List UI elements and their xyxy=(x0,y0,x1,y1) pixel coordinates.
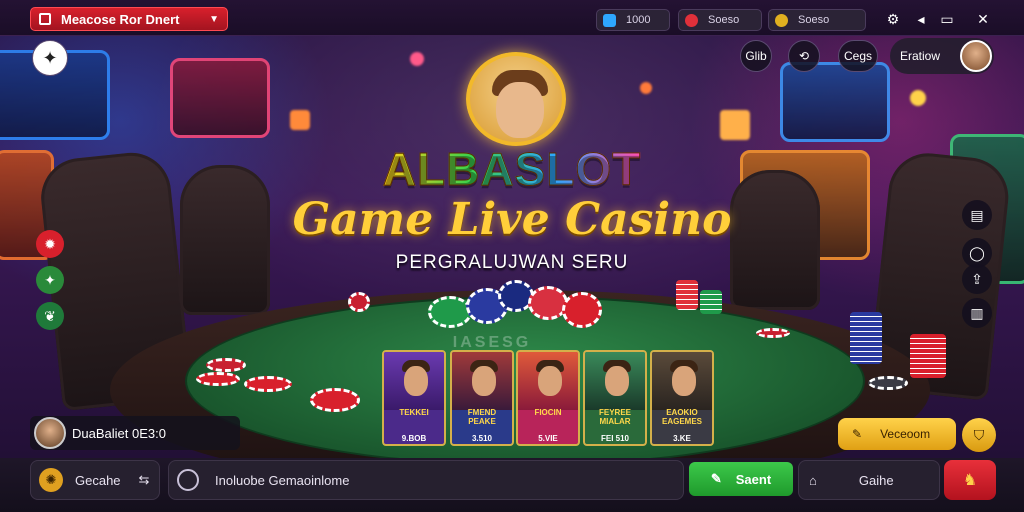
host-avatar xyxy=(466,52,566,146)
chip-icon[interactable] xyxy=(562,292,602,328)
card-portrait xyxy=(518,352,578,410)
lobby-label: Gaihe xyxy=(858,472,894,488)
game-tagline: PERGRALUJWAN SERU xyxy=(395,252,629,273)
gem-icon xyxy=(603,13,616,27)
ceiling-light xyxy=(410,52,424,66)
pencil-icon: ✎ xyxy=(710,471,722,486)
avatar xyxy=(960,40,992,72)
chat-placeholder: Inoluobe Gemaoinlome xyxy=(215,472,350,488)
settings-icon[interactable]: ⚙ xyxy=(882,8,904,30)
slot-machine-right xyxy=(780,62,890,142)
card-value: 9.BOB xyxy=(401,434,427,443)
home-icon: ⌂ xyxy=(809,472,817,488)
chip-icon: ✺ xyxy=(39,468,63,492)
coin-icon xyxy=(775,13,788,27)
chip-stack xyxy=(910,334,946,378)
card-portrait xyxy=(452,352,512,410)
horse-icon: ♞ xyxy=(962,472,978,489)
player-card[interactable]: FIOCIN 5.VIE xyxy=(516,350,580,446)
card-portrait xyxy=(652,352,712,410)
balance-ruby[interactable]: Soeso xyxy=(678,9,762,31)
chip-icon[interactable] xyxy=(196,372,240,386)
chip-icon[interactable] xyxy=(310,388,360,412)
lobby-button[interactable]: ⌂ Gaihe xyxy=(798,460,940,500)
player-card[interactable]: FMEND PEAKE 3.510 xyxy=(450,350,514,446)
avatar-face xyxy=(496,82,544,138)
leaf-icon[interactable]: ❦ xyxy=(36,302,64,330)
card-name: EAOKIO EAGEMES xyxy=(661,408,702,426)
card-value: FEI 510 xyxy=(600,434,629,443)
close-icon[interactable]: ✕ xyxy=(972,8,994,30)
card-name: FMEND PEAKE xyxy=(467,408,497,426)
shield-icon[interactable]: ⛉ xyxy=(962,418,996,452)
chip-icon[interactable] xyxy=(348,292,370,312)
card-name: TEKKEI xyxy=(399,408,429,417)
send-button[interactable]: ✎ Saent xyxy=(689,462,793,496)
balance-coins[interactable]: Soeso xyxy=(768,9,866,31)
game-title: Game Live Casino xyxy=(292,194,732,245)
game-screen: IASESG ALBASLOT Game Live Casino PERGRAL… xyxy=(0,0,1024,512)
avatar xyxy=(34,417,66,449)
chat-input[interactable]: Inoluobe Gemaoinlome xyxy=(168,460,684,500)
player-card[interactable]: TEKKEI 9.BOB xyxy=(382,350,446,446)
chip-stack xyxy=(700,290,722,314)
ceiling-light xyxy=(640,82,652,94)
card-value: 5.VIE xyxy=(538,434,558,443)
casino-chair xyxy=(180,165,270,315)
ceiling-light xyxy=(290,110,310,130)
swap-icon: ⇆ xyxy=(138,472,150,487)
brand-logo: ALBASLOT xyxy=(300,142,724,196)
card-portrait xyxy=(384,352,444,410)
chip-icon[interactable] xyxy=(428,296,472,328)
card-name: FIOCIN xyxy=(534,408,562,417)
player-card[interactable]: EAOKIO EAGEMES 3.KE xyxy=(650,350,714,446)
refresh-button[interactable]: ⟲ xyxy=(788,40,820,72)
star-icon[interactable]: ✦ xyxy=(36,266,64,294)
book-icon[interactable]: ▥ xyxy=(962,298,992,328)
ceiling-light xyxy=(910,90,926,106)
balance-gems[interactable]: 1000 xyxy=(596,9,670,31)
player-name: DuaBaliet 0E3:0 xyxy=(72,425,166,441)
volume-icon[interactable]: ◂ xyxy=(910,8,932,30)
fire-icon[interactable]: ✹ xyxy=(36,230,64,258)
player-card[interactable]: FEYREE MIALAR FEI 510 xyxy=(583,350,647,446)
chip-stack xyxy=(850,312,882,364)
chip-icon[interactable] xyxy=(868,376,908,390)
share-icon[interactable]: ⇪ xyxy=(962,264,992,294)
profile-name: Eratiow xyxy=(900,49,941,63)
welcome-button[interactable]: ✎ Veceoom xyxy=(838,418,956,450)
balance-coins-value: Soeso xyxy=(798,14,830,26)
chevron-down-icon: ▼ xyxy=(209,13,219,25)
profile-button[interactable]: Eratiow xyxy=(890,38,994,74)
cegs-button[interactable]: Cegs xyxy=(838,40,878,72)
home-logo-button[interactable]: ✦ xyxy=(32,40,68,76)
chip-icon[interactable] xyxy=(756,328,790,338)
chip-icon[interactable] xyxy=(244,376,292,392)
chip-icon[interactable] xyxy=(206,358,246,372)
ceiling-light xyxy=(720,110,750,140)
checkbox-icon xyxy=(39,13,51,25)
menu-label: Gecahe xyxy=(75,472,121,488)
balance-ruby-value: Soeso xyxy=(708,14,740,26)
card-value: 3.KE xyxy=(673,434,691,443)
slot-machine-left-2 xyxy=(170,58,270,138)
exit-button[interactable]: ♞ xyxy=(944,460,996,500)
gallery-icon[interactable]: ▤ xyxy=(962,200,992,230)
welcome-button-label: Veceoom xyxy=(880,427,931,441)
chat-bubble-icon xyxy=(177,469,199,491)
ruby-icon xyxy=(685,13,698,27)
card-value: 3.510 xyxy=(471,434,493,443)
card-portrait xyxy=(585,352,645,410)
menu-button[interactable]: ✺ Gecahe ⇆ xyxy=(30,460,160,500)
table-selector[interactable]: Meacose Ror Dnert ▼ xyxy=(30,7,228,31)
glib-button[interactable]: Glib xyxy=(740,40,772,72)
player-info: DuaBaliet 0E3:0 xyxy=(30,416,240,450)
window-icon[interactable]: ▭ xyxy=(936,8,958,30)
balance-gems-value: 1000 xyxy=(626,14,651,26)
chip-stack xyxy=(676,280,698,310)
send-button-label: Saent xyxy=(735,471,772,487)
table-selector-label: Meacose Ror Dnert xyxy=(61,11,180,27)
pencil-icon: ✎ xyxy=(852,427,863,441)
card-name: FEYREE MIALAR xyxy=(598,408,631,426)
